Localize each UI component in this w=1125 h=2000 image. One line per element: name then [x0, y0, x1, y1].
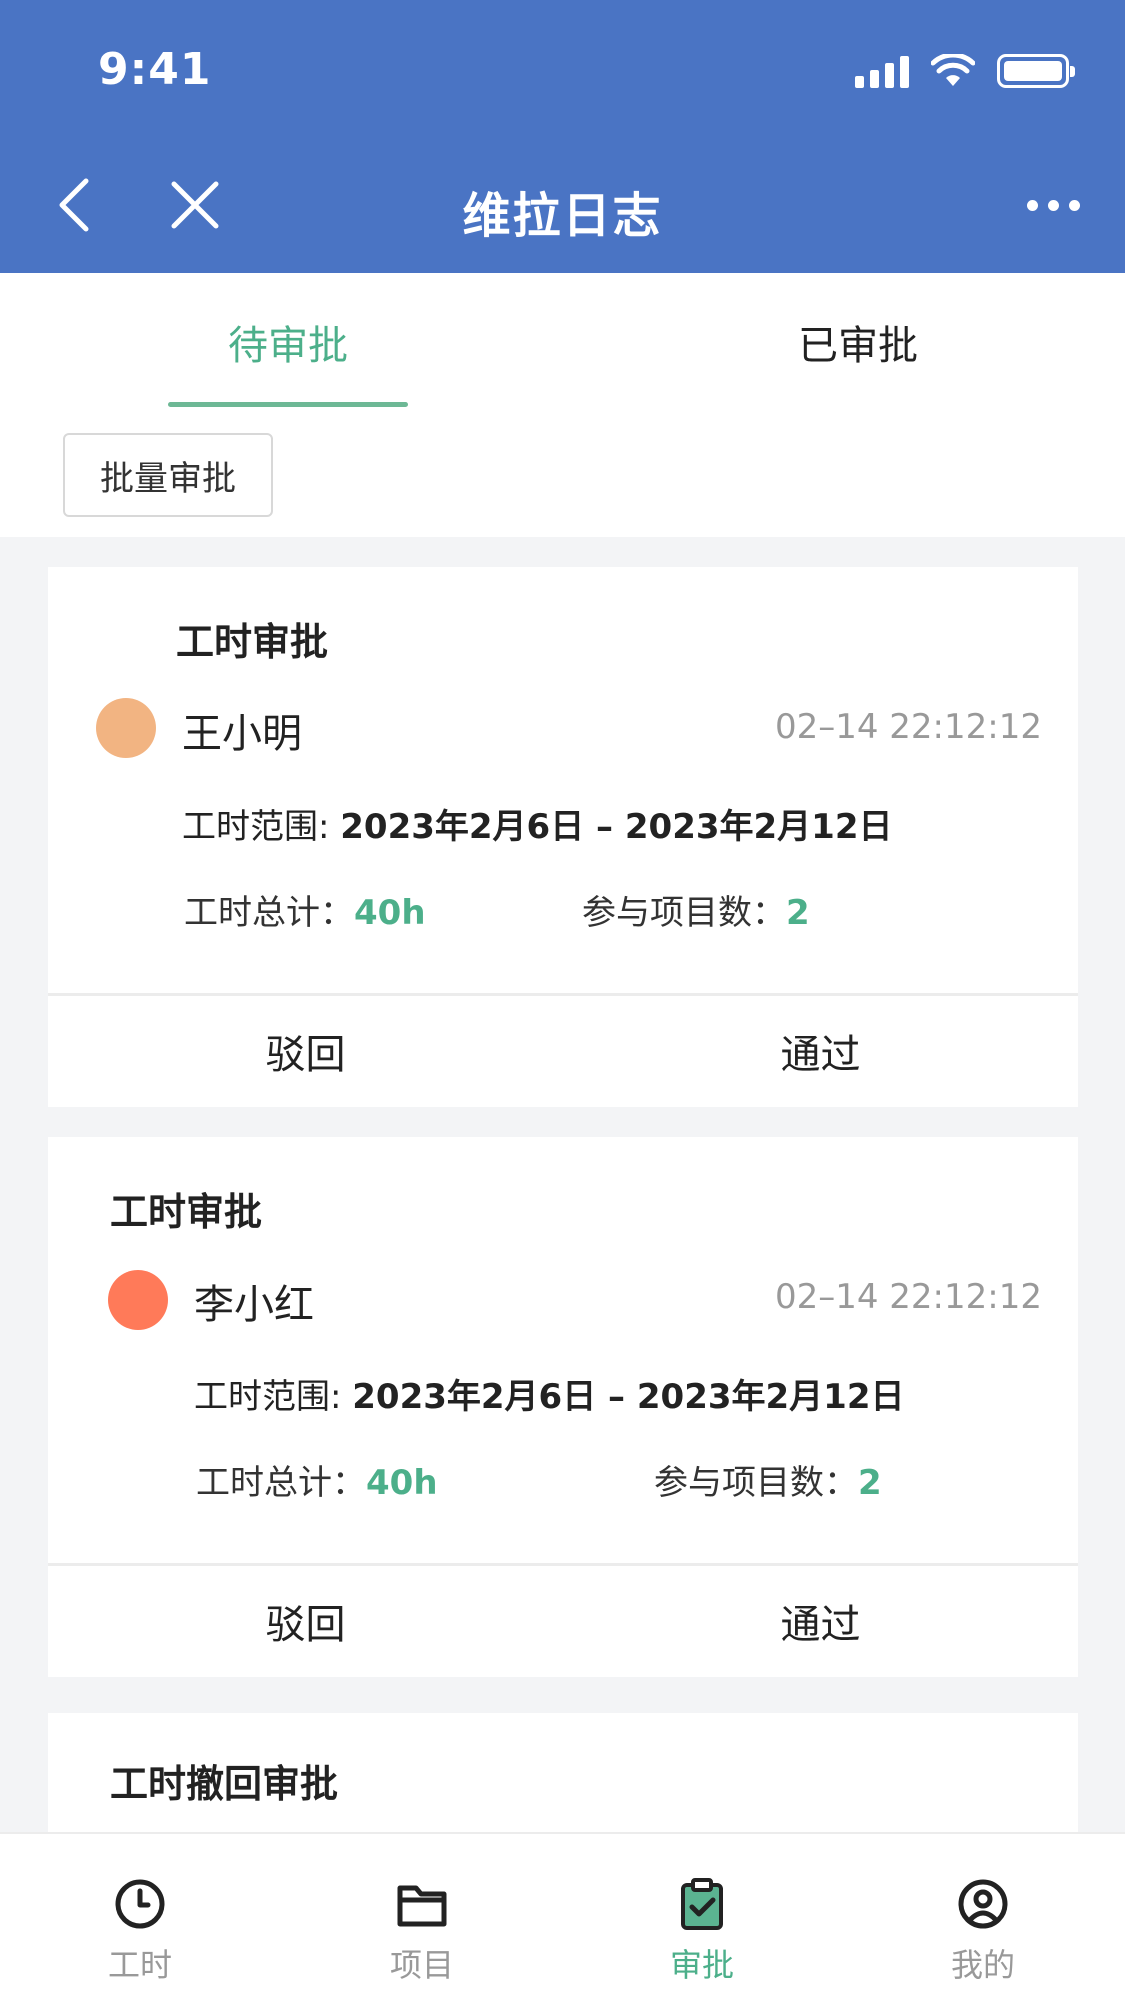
approval-card: 工时审批 李小红 02–14 22:12:12 工时范围: 2023年2月6日 …: [48, 1137, 1078, 1677]
approve-button[interactable]: 通过: [563, 1566, 1078, 1675]
card-title: 工时审批: [176, 620, 329, 664]
batch-toolbar: 批量审批: [0, 411, 1125, 537]
bottom-tab-approval[interactable]: 审批: [612, 1834, 792, 2000]
bottom-tab-bar: 工时 项目 审批 我的: [0, 1832, 1125, 2000]
project-count: 参与项目数：2: [582, 885, 810, 934]
bottom-tab-mine[interactable]: 我的: [893, 1834, 1073, 2000]
hours-range-value: 2023年2月6日 – 2023年2月12日: [352, 1377, 905, 1417]
battery-icon: [997, 54, 1075, 88]
card-title: 工时撤回审批: [110, 1762, 339, 1806]
page-title: 维拉日志: [462, 188, 663, 244]
hours-total-label: 工时总计：: [196, 1463, 366, 1503]
bottom-tab-label: 审批: [669, 1946, 734, 1984]
card-actions: 驳回 通过: [48, 1563, 1078, 1675]
folder-icon: [397, 1885, 447, 1927]
project-count-label: 参与项目数：: [582, 893, 786, 933]
bottom-tab-hours[interactable]: 工时: [50, 1834, 230, 2000]
hours-total: 工时总计：40h: [184, 885, 426, 934]
reject-button[interactable]: 驳回: [48, 996, 563, 1105]
status-time: 9:41: [98, 44, 212, 95]
approval-tabs: 待审批 已审批: [0, 273, 1125, 411]
hours-range-label: 工时范围:: [194, 1377, 353, 1417]
bottom-tab-label: 工时: [107, 1946, 172, 1984]
tab-approved[interactable]: 已审批: [738, 273, 978, 411]
tab-pending[interactable]: 待审批: [168, 273, 408, 411]
bottom-tab-projects[interactable]: 项目: [332, 1834, 512, 2000]
app-screen: 9:41 维拉日志 待审批 已审批 批量审批 工时审批 王小明 02–14 22…: [0, 0, 1125, 2000]
cellular-signal-icon: [855, 54, 909, 88]
avatar: [96, 698, 156, 758]
hours-total: 工时总计：40h: [196, 1455, 438, 1504]
hours-range: 工时范围: 2023年2月6日 – 2023年2月12日: [182, 799, 892, 848]
bottom-tab-label: 我的: [950, 1946, 1015, 1984]
batch-approve-button[interactable]: 批量审批: [63, 433, 273, 517]
hours-range-value: 2023年2月6日 – 2023年2月12日: [340, 807, 893, 847]
hours-range: 工时范围: 2023年2月6日 – 2023年2月12日: [194, 1369, 904, 1418]
applicant-name: 王小明: [182, 711, 302, 757]
card-title: 工时审批: [110, 1190, 263, 1234]
avatar: [108, 1270, 168, 1330]
bottom-tab-label: 项目: [389, 1946, 454, 1984]
card-actions: 驳回 通过: [48, 993, 1078, 1105]
clock-icon: [115, 1879, 165, 1929]
applicant-name: 李小红: [194, 1282, 314, 1328]
hours-range-label: 工时范围:: [182, 807, 341, 847]
hours-total-value: 40h: [366, 1463, 438, 1503]
hours-total-value: 40h: [354, 893, 426, 933]
approval-card: 工时审批 王小明 02–14 22:12:12 工时范围: 2023年2月6日 …: [48, 567, 1078, 1107]
more-icon[interactable]: [1027, 200, 1080, 211]
wifi-icon: [931, 54, 975, 86]
approve-button[interactable]: 通过: [563, 996, 1078, 1105]
status-icons: [855, 54, 1075, 88]
user-circle-icon: [958, 1879, 1008, 1929]
app-header: 9:41 维拉日志: [0, 0, 1125, 273]
project-count-value: 2: [786, 893, 810, 933]
project-count: 参与项目数：2: [654, 1455, 882, 1504]
submit-time: 02–14 22:12:12: [774, 707, 1042, 747]
project-count-label: 参与项目数：: [654, 1463, 858, 1503]
clipboard-check-icon: [681, 1878, 723, 1930]
project-count-value: 2: [858, 1463, 882, 1503]
reject-button[interactable]: 驳回: [48, 1566, 563, 1675]
submit-time: 02–14 22:12:12: [774, 1277, 1042, 1317]
hours-total-label: 工时总计：: [184, 893, 354, 933]
